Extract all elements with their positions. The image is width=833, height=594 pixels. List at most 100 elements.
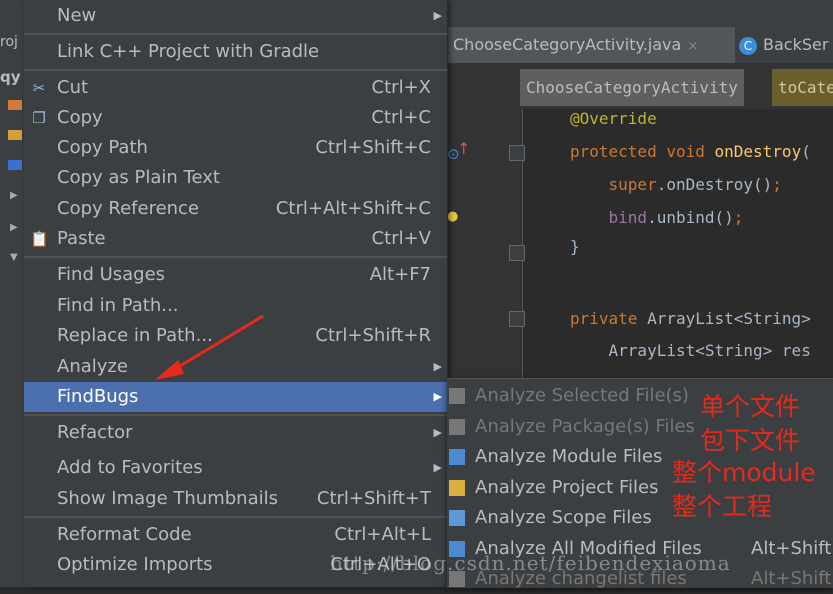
close-icon[interactable]: ×	[687, 39, 698, 54]
code-token: @Override	[570, 109, 657, 128]
submenu-arrow-icon: ▶	[433, 461, 442, 474]
menu-item-shortcut: Ctrl+C	[371, 107, 431, 128]
code-token: .unbind()	[647, 208, 734, 227]
class-icon: C	[739, 36, 757, 55]
up-arrow-icon[interactable]: ↑	[457, 139, 470, 158]
copy-icon: ❐	[32, 109, 46, 127]
submenu-item-label: Analyze Module Files	[475, 446, 663, 467]
menu-item-copy[interactable]: ❐ Copy Ctrl+C	[24, 103, 447, 133]
menu-separator	[24, 516, 447, 518]
menu-item-paste[interactable]: 📋 Paste Ctrl+V	[24, 224, 447, 254]
fold-icon[interactable]	[509, 311, 525, 327]
menu-item-reformat-code[interactable]: Reformat Code Ctrl+Alt+L	[24, 520, 447, 550]
menu-item-cut[interactable]: ✂ Cut Ctrl+X	[24, 73, 447, 103]
code-token: .onDestroy()	[656, 175, 773, 194]
code-line: private ArrayList<String>	[570, 309, 811, 328]
folder-icon[interactable]	[8, 100, 22, 110]
menu-separator	[24, 256, 447, 258]
submenu-item-label: Analyze Scope Files	[475, 507, 652, 528]
toolbar-strip	[447, 0, 833, 27]
menu-separator	[24, 414, 447, 416]
code-token: ArrayList<String>	[647, 309, 811, 328]
scissors-icon: ✂	[32, 79, 46, 97]
annotation-project: 整个工程	[672, 492, 773, 521]
findbugs-action-icon	[449, 449, 465, 465]
menu-item-link-c-project-with-gradle[interactable]: Link C++ Project with Gradle	[24, 37, 447, 67]
submenu-arrow-icon: ▶	[433, 360, 442, 373]
menu-item-copy-as-plain-text[interactable]: Copy as Plain Text	[24, 163, 447, 193]
menu-item-label: Link C++ Project with Gradle	[57, 41, 320, 62]
project-panel: roj qy ▶ ▶ ▼	[0, 0, 26, 587]
findbugs-action-icon	[449, 418, 465, 435]
menu-item-label: New	[57, 5, 97, 26]
submenu-item-label: Analyze Selected File(s)	[475, 385, 689, 406]
submenu-item-label: Analyze Package(s) Files	[475, 415, 695, 437]
code-token: ;	[772, 175, 782, 194]
code-line: super.onDestroy();	[570, 175, 782, 194]
code-token: }	[570, 237, 580, 256]
menu-item-new[interactable]: New ▶	[24, 1, 447, 31]
fold-icon[interactable]	[509, 245, 525, 261]
annotation-package-files: 包下文件	[700, 426, 801, 455]
project-label: roj	[0, 34, 18, 50]
code-token: private	[570, 309, 648, 328]
menu-item-refactor[interactable]: Refactor ▶	[24, 418, 447, 448]
menu-item-shortcut: Ctrl+X	[371, 77, 431, 98]
menu-item-label: Copy Reference	[57, 198, 200, 219]
folder-icon[interactable]	[8, 130, 22, 140]
menu-separator	[24, 33, 447, 35]
context-menu: New ▶ Link C++ Project with Gradle ✂ Cut Ctrl…	[24, 0, 448, 587]
submenu-arrow-icon: ▶	[433, 426, 442, 439]
submenu-item-shortcut: Alt+Shift+	[751, 537, 833, 559]
tab-label: ChooseCategoryActivity.java	[453, 35, 682, 54]
menu-item-copy-reference[interactable]: Copy Reference Ctrl+Alt+Shift+C	[24, 194, 447, 224]
code-line: @Override	[570, 109, 657, 128]
menu-item-copy-path[interactable]: Copy Path Ctrl+Shift+C	[24, 133, 447, 163]
menu-item-label: Refactor	[57, 422, 133, 443]
menu-item-label: Find Usages	[57, 264, 166, 285]
menu-item-shortcut: Ctrl+Alt+Shift+C	[275, 198, 431, 219]
code-token: onDestroy	[714, 142, 802, 161]
fold-icon[interactable]	[509, 145, 525, 161]
menu-item-show-image-thumbnails[interactable]: Show Image Thumbnails Ctrl+Shift+T	[24, 484, 447, 514]
menu-item-find-usages[interactable]: Find Usages Alt+F7	[24, 260, 447, 290]
menu-item-shortcut: Ctrl+Shift+R	[315, 325, 431, 346]
menu-item-label: Optimize Imports	[57, 554, 213, 575]
menu-item-label: Copy as Plain Text	[57, 167, 220, 188]
breadcrumb-class[interactable]: ChooseCategoryActivity	[520, 69, 744, 106]
tree-expand-icon[interactable]: ▶	[10, 222, 18, 233]
code-token: bind	[570, 208, 648, 227]
editor-tabs: ChooseCategoryActivity.java × C BackSer	[447, 27, 833, 64]
bulb-icon[interactable]: ●	[447, 209, 458, 224]
menu-item-label: Copy	[57, 107, 103, 128]
findbugs-action-icon	[449, 510, 465, 526]
menu-item-shortcut: Alt+F7	[369, 264, 431, 285]
annotation-single-file: 单个文件	[700, 392, 801, 421]
menu-item-shortcut: Ctrl+V	[371, 228, 431, 249]
breadcrumb-method[interactable]: toCate	[772, 69, 833, 106]
menu-separator	[24, 69, 447, 71]
menu-item-add-to-favorites[interactable]: Add to Favorites ▶	[24, 453, 447, 483]
annotation-module: 整个module	[672, 458, 816, 487]
module-icon[interactable]	[8, 160, 22, 170]
code-token: ArrayList<String> res	[570, 341, 811, 360]
menu-item-shortcut: Ctrl+Shift+C	[315, 137, 431, 158]
code-line: ArrayList<String> res	[570, 341, 811, 360]
tree-expand-icon[interactable]: ▶	[10, 190, 18, 201]
code-line: }	[570, 237, 580, 256]
submenu-arrow-icon: ▶	[433, 390, 442, 403]
watermark: http://blog.csdn.net/feibendexiaoma	[330, 551, 731, 575]
tab-choosecategoryactivity[interactable]: ChooseCategoryActivity.java ×	[447, 27, 735, 63]
code-token: (	[801, 142, 811, 161]
menu-item-shortcut: Ctrl+Shift+T	[316, 488, 431, 509]
code-token: super	[570, 175, 657, 194]
tab-backser[interactable]: C BackSer	[739, 27, 828, 63]
submenu-item-analyze-scope-files[interactable]: Analyze Scope Files	[447, 503, 833, 533]
tab-label: BackSer	[763, 35, 829, 54]
tree-collapse-icon[interactable]: ▼	[10, 252, 18, 263]
menu-item-shortcut: Ctrl+Alt+L	[334, 524, 431, 545]
code-token: protected void	[570, 142, 715, 161]
project-short: qy	[0, 68, 21, 86]
menu-item-label: Show Image Thumbnails	[57, 488, 278, 509]
findbugs-action-icon	[449, 388, 465, 404]
